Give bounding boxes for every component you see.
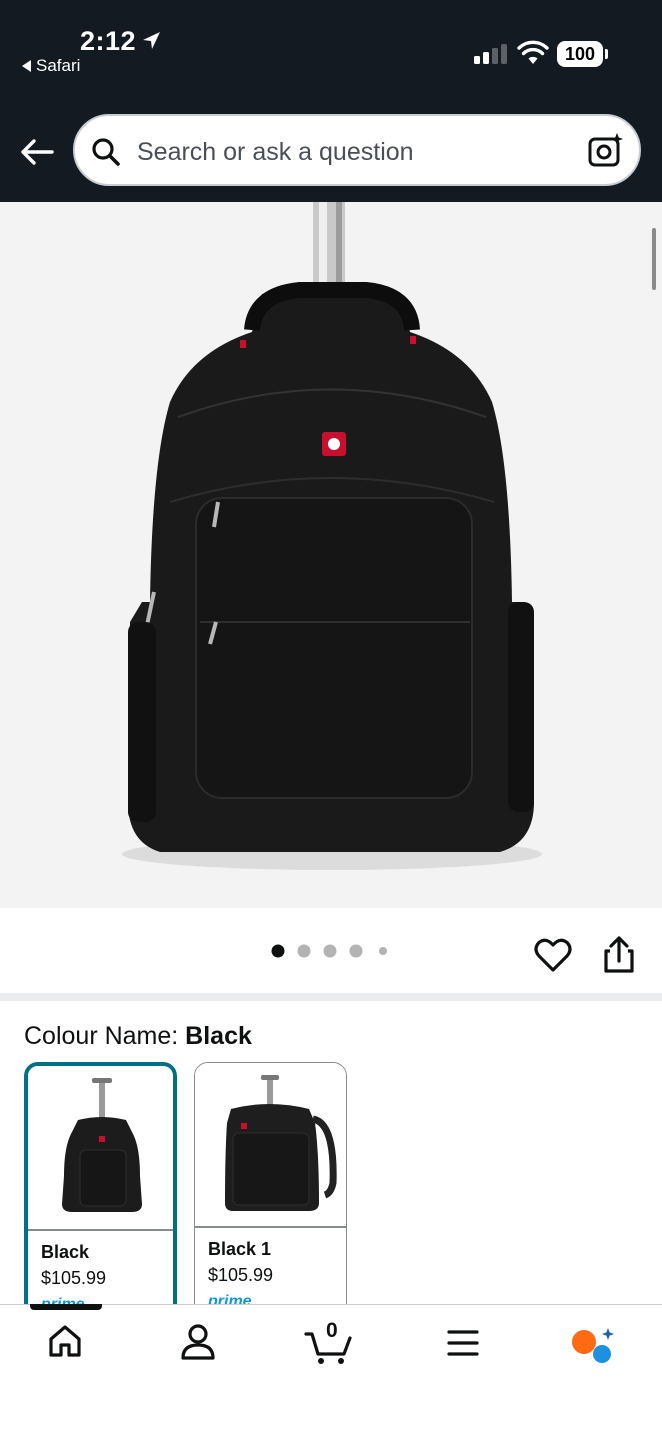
colour-option-price: $105.99 <box>208 1265 274 1285</box>
cellular-signal-icon <box>474 44 507 64</box>
product-image-carousel[interactable] <box>0 202 662 908</box>
colour-option-black-1[interactable]: Black 1 $105.99 prime <box>194 1062 347 1322</box>
back-arrow-icon[interactable] <box>18 136 58 168</box>
colour-option-black[interactable]: Black $105.99 prime <box>24 1062 177 1322</box>
product-image-backpack <box>122 202 542 870</box>
carousel-dot-4[interactable] <box>349 944 363 958</box>
selected-colour-value: Black <box>185 1022 252 1050</box>
cart-count: 0 <box>326 1319 338 1342</box>
heart-icon[interactable] <box>534 937 572 973</box>
status-time: 2:12 <box>80 26 137 56</box>
share-icon[interactable] <box>602 935 636 975</box>
carousel-dot-1[interactable] <box>271 944 285 958</box>
swatch-divider <box>195 1226 346 1228</box>
home-icon[interactable] <box>46 1322 84 1360</box>
battery-indicator: 100 <box>557 41 608 67</box>
rufus-assistant-icon[interactable] <box>568 1326 616 1366</box>
carousel-dot-2[interactable] <box>297 944 311 958</box>
scroll-indicator <box>652 228 656 290</box>
carousel-dot-3[interactable] <box>323 944 337 958</box>
menu-icon[interactable] <box>446 1328 480 1358</box>
back-triangle-icon <box>22 60 31 72</box>
search-icon <box>92 138 120 166</box>
back-app-label: Safari <box>36 56 81 75</box>
location-arrow-icon <box>143 32 160 49</box>
active-tab-indicator <box>30 1304 102 1310</box>
colour-name-label: Colour Name: Black <box>24 1022 252 1050</box>
wifi-icon <box>517 40 549 64</box>
camera-search-icon[interactable] <box>587 132 625 170</box>
back-to-safari[interactable]: Safari <box>22 56 80 76</box>
account-icon[interactable] <box>178 1322 218 1362</box>
app-header: 2:12 Safari 100 Search or ask a question <box>0 0 662 202</box>
swatch-divider <box>28 1229 173 1231</box>
colour-option-image <box>195 1063 346 1225</box>
colour-option-name: Black <box>41 1242 90 1262</box>
search-input[interactable]: Search or ask a question <box>137 138 414 167</box>
cart-button[interactable]: 0 <box>304 1319 354 1366</box>
colour-option-name: Black 1 <box>208 1239 272 1259</box>
search-bar[interactable]: Search or ask a question <box>73 114 641 186</box>
colour-option-image <box>28 1066 173 1228</box>
section-divider <box>0 993 662 1001</box>
carousel-dot-5[interactable] <box>379 947 387 955</box>
colour-option-price: $105.99 <box>41 1268 107 1288</box>
